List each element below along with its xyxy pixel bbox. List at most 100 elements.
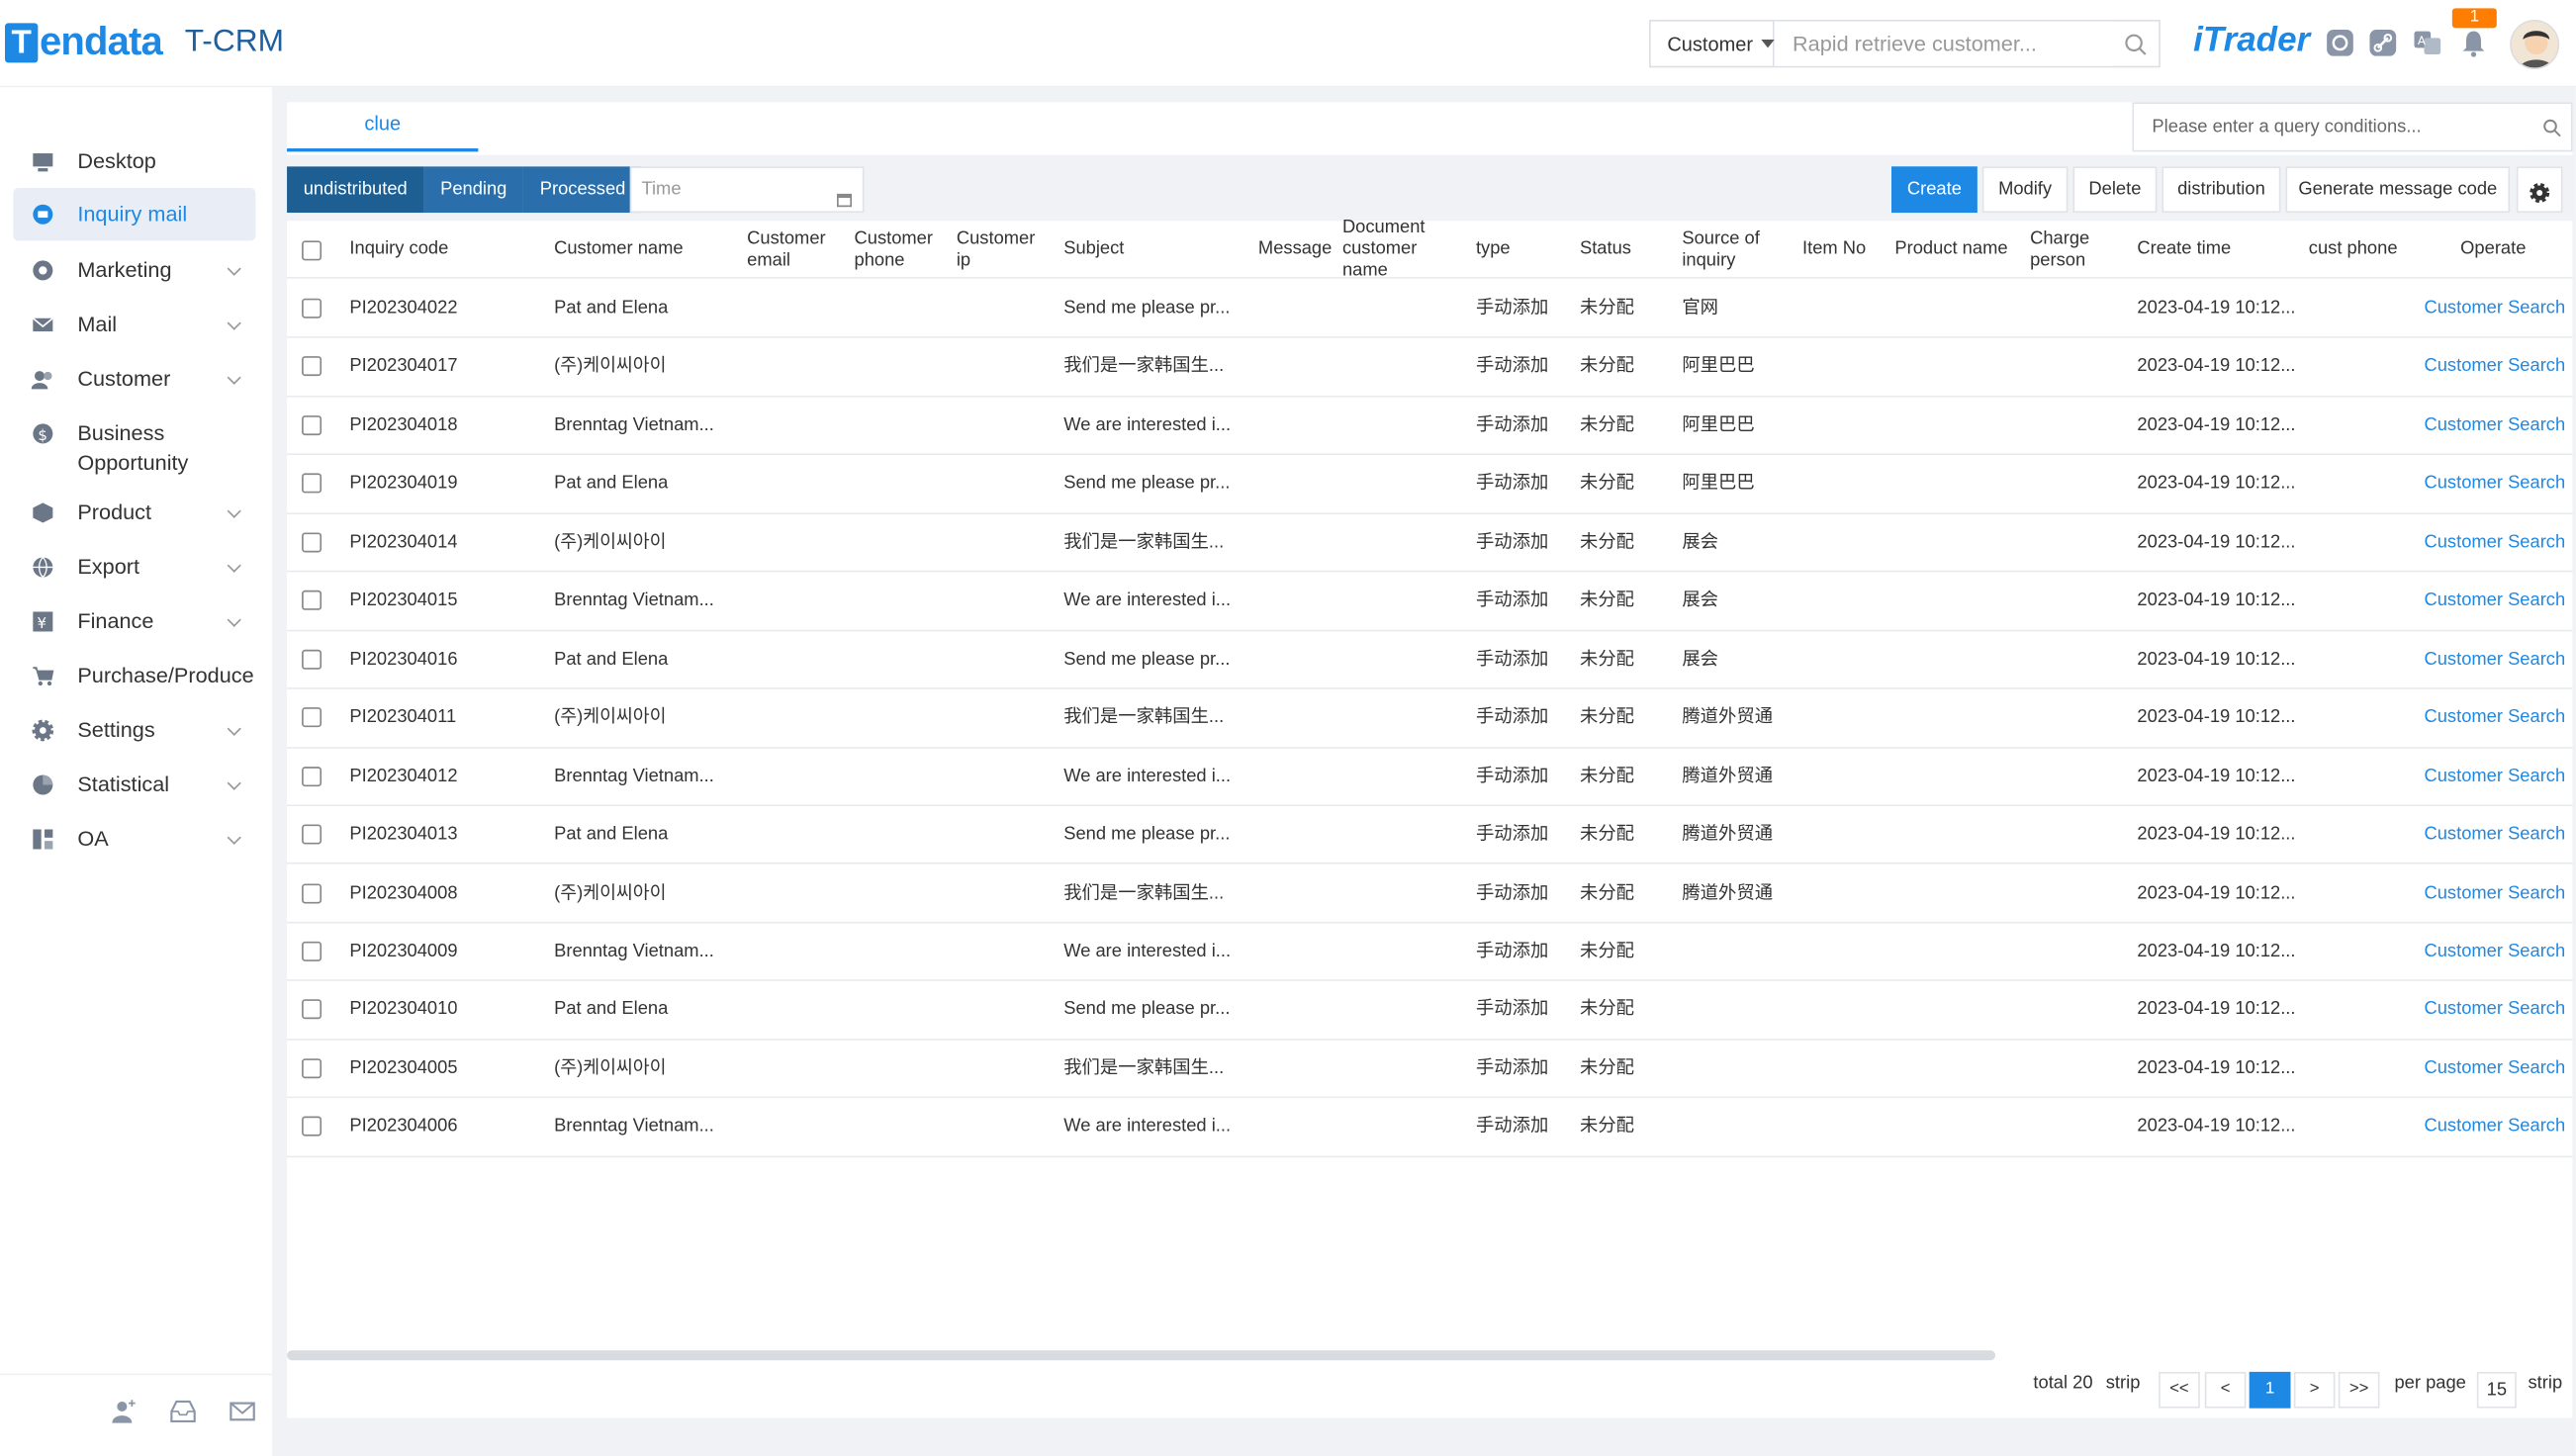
sidebar-item-business-opportunity[interactable]: $ Business Opportunity: [13, 418, 255, 478]
table-row[interactable]: PI202304008 (주)케이씨아이 我们是一家韩国生... 手动添加 未分配 腾道外…: [287, 864, 2573, 924]
search-icon[interactable]: [2531, 118, 2571, 136]
modify-button[interactable]: Modify: [1981, 166, 2069, 214]
customer-search-link[interactable]: Customer Search: [2424, 573, 2565, 630]
bell-icon[interactable]: [2458, 28, 2488, 57]
query-input[interactable]: [2134, 104, 2531, 150]
table-row[interactable]: PI202304011 (주)케이씨아이 我们是一家韩国生... 手动添加 未分配 腾道外…: [287, 689, 2573, 749]
delete-button[interactable]: Delete: [2072, 166, 2158, 214]
customer-search-link[interactable]: Customer Search: [2424, 338, 2565, 396]
table-row[interactable]: PI202304013 Pat and Elena Send me please p…: [287, 806, 2573, 865]
first-page-button[interactable]: <<: [2159, 1371, 2200, 1409]
sidebar-item-finance[interactable]: ¥ Finance: [13, 606, 255, 643]
customer-search-link[interactable]: Customer Search: [2424, 280, 2565, 337]
col-product-name[interactable]: Product name: [1894, 221, 2007, 278]
table-row[interactable]: PI202304016 Pat and Elena Send me please p…: [287, 630, 2573, 689]
sidebar-item-oa[interactable]: OA: [13, 825, 255, 862]
row-checkbox[interactable]: [302, 941, 322, 961]
customer-search-link[interactable]: Customer Search: [2424, 748, 2565, 805]
row-checkbox[interactable]: [302, 649, 322, 670]
sidebar-item-inquiry-mail[interactable]: Inquiry mail: [13, 188, 256, 241]
col-message[interactable]: Message: [1258, 221, 1332, 278]
next-page-button[interactable]: >: [2293, 1371, 2336, 1409]
filter-pending[interactable]: Pending: [423, 166, 524, 214]
col-charge-person[interactable]: Charge person: [2030, 221, 2104, 278]
search-type-dropdown[interactable]: Customer: [1651, 21, 1775, 66]
col-operate[interactable]: Operate: [2460, 221, 2526, 278]
col-item-no[interactable]: Item No: [1802, 221, 1866, 278]
row-checkbox[interactable]: [302, 882, 322, 903]
table-row[interactable]: PI202304012 Brenntag Vietnam... We are int…: [287, 748, 2573, 807]
row-checkbox[interactable]: [302, 298, 322, 318]
row-checkbox[interactable]: [302, 766, 322, 786]
row-checkbox[interactable]: [302, 707, 322, 728]
customer-search-link[interactable]: Customer Search: [2424, 631, 2565, 688]
prev-page-button[interactable]: <: [2204, 1371, 2247, 1409]
row-checkbox[interactable]: [302, 591, 322, 611]
horizontal-scrollbar[interactable]: [287, 1350, 1996, 1361]
table-row[interactable]: PI202304010 Pat and Elena Send me please p…: [287, 981, 2573, 1041]
translate-icon[interactable]: A: [2413, 28, 2442, 57]
sidebar-item-desktop[interactable]: Desktop: [13, 146, 255, 183]
customer-search-link[interactable]: Customer Search: [2424, 982, 2565, 1040]
row-checkbox[interactable]: [302, 414, 322, 435]
row-checkbox[interactable]: [302, 824, 322, 845]
customer-search-link[interactable]: Customer Search: [2424, 806, 2565, 864]
customer-search-link[interactable]: Customer Search: [2424, 456, 2565, 513]
time-filter[interactable]: Time: [629, 166, 865, 214]
col-subject[interactable]: Subject: [1063, 221, 1124, 278]
row-checkbox[interactable]: [302, 474, 322, 495]
row-checkbox[interactable]: [302, 999, 322, 1020]
customer-search-link[interactable]: Customer Search: [2424, 923, 2565, 980]
table-row[interactable]: PI202304006 Brenntag Vietnam... We are int…: [287, 1098, 2573, 1157]
col-customer-ip[interactable]: Customer ip: [957, 221, 1048, 278]
col-source-of-inquiry[interactable]: Source of inquiry: [1682, 221, 1773, 278]
ai-icon[interactable]: [2325, 28, 2354, 57]
tab-clue[interactable]: clue: [287, 102, 479, 152]
sidebar-item-purchase-produce[interactable]: Purchase/Produce: [13, 661, 255, 697]
create-button[interactable]: Create: [1891, 166, 1978, 214]
sidebar-item-export[interactable]: Export: [13, 552, 255, 589]
customer-search-link[interactable]: Customer Search: [2424, 1041, 2565, 1098]
col-customer-email[interactable]: Customer email: [747, 221, 838, 278]
table-row[interactable]: PI202304005 (주)케이씨아이 我们是一家韩国生... 手动添加 未分配 202…: [287, 1040, 2573, 1099]
distribution-button[interactable]: distribution: [2162, 166, 2281, 214]
row-checkbox[interactable]: [302, 1117, 322, 1138]
col-cust-phone[interactable]: cust phone: [2309, 221, 2398, 278]
col-status[interactable]: Status: [1580, 221, 1631, 278]
row-checkbox[interactable]: [302, 356, 322, 377]
sidebar-item-mail[interactable]: Mail: [13, 310, 255, 346]
sidebar-item-statistical[interactable]: Statistical: [13, 770, 255, 806]
col-document-customer-name[interactable]: Document customer name: [1342, 218, 1441, 280]
page-size-input[interactable]: 15: [2476, 1371, 2517, 1409]
last-page-button[interactable]: >>: [2338, 1371, 2380, 1409]
mail-icon[interactable]: [230, 1399, 256, 1425]
table-settings-button[interactable]: [2516, 166, 2563, 214]
link-icon[interactable]: [2368, 28, 2398, 57]
generate-message-code-button[interactable]: Generate message code: [2285, 166, 2511, 214]
customer-search-link[interactable]: Customer Search: [2424, 1099, 2565, 1156]
filter-processed[interactable]: Processed: [523, 166, 643, 214]
search-input[interactable]: [1774, 21, 2113, 66]
customer-search-link[interactable]: Customer Search: [2424, 514, 2565, 572]
table-row[interactable]: PI202304022 Pat and Elena Send me please p…: [287, 280, 2573, 339]
tendata-logo[interactable]: T endata: [5, 20, 163, 66]
table-row[interactable]: PI202304014 (주)케이씨아이 我们是一家韩国生... 手动添加 未分配 展会 2…: [287, 513, 2573, 573]
sidebar-item-product[interactable]: Product: [13, 498, 255, 534]
filter-undistributed[interactable]: undistributed: [287, 166, 424, 214]
row-checkbox[interactable]: [302, 1057, 322, 1078]
customer-search-link[interactable]: Customer Search: [2424, 689, 2565, 747]
sidebar-item-marketing[interactable]: Marketing: [13, 255, 255, 292]
add-contact-icon[interactable]: [111, 1399, 138, 1425]
customer-search-link[interactable]: Customer Search: [2424, 864, 2565, 922]
sidebar-item-settings[interactable]: Settings: [13, 715, 255, 752]
table-row[interactable]: PI202304017 (주)케이씨아이 我们是一家韩国生... 手动添加 未分配 阿里巴…: [287, 338, 2573, 398]
search-icon[interactable]: [2112, 33, 2159, 55]
table-row[interactable]: PI202304019 Pat and Elena Send me please p…: [287, 455, 2573, 514]
inbox-icon[interactable]: [170, 1399, 197, 1425]
customer-search-link[interactable]: Customer Search: [2424, 398, 2565, 455]
col-type[interactable]: type: [1476, 221, 1511, 278]
col-customer-name[interactable]: Customer name: [554, 221, 683, 278]
col-inquiry-code[interactable]: Inquiry code: [349, 221, 448, 278]
col-customer-phone[interactable]: Customer phone: [855, 221, 946, 278]
table-row[interactable]: PI202304018 Brenntag Vietnam... We are int…: [287, 397, 2573, 456]
